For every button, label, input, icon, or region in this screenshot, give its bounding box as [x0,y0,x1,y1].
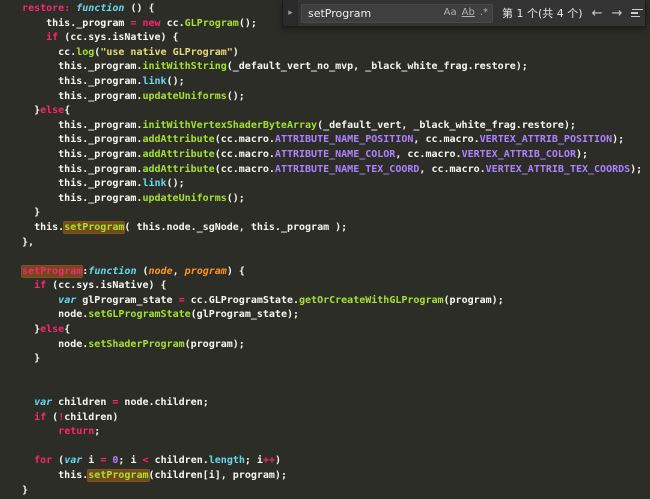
code-line: this._program.updateUniforms(); [10,90,245,102]
code-line: }else{ [10,324,71,336]
find-input[interactable]: setProgram Aa Ab .* [301,3,493,23]
code-line: this._program.updateUniforms(); [10,192,245,204]
code-line: node.setShaderProgram(program); [10,338,245,350]
code-line: }, [10,236,35,248]
regex-toggle[interactable]: .* [480,8,488,18]
match-count: 第 1 个(共 4 个) [502,7,583,20]
code-line: this.setProgram( this.node._sgNode, this… [10,221,348,233]
code-line: this._program.addAttribute(cc.macro.ATTR… [10,134,625,146]
code-line: } [10,353,41,365]
code-line: return; [58,426,101,438]
code-line: setProgram:function (node, program) { [22,265,245,277]
code-line: cc.log("use native GLProgram") [10,46,239,58]
code-line: node.setGLProgramState(glProgram_state); [10,309,300,321]
code-line: this._program.addAttribute(cc.macro.ATTR… [10,148,589,160]
find-widget: ▸ setProgram Aa Ab .* 第 1 个(共 4 个) ← → ✕ [282,0,646,27]
code-line: if (cc.sys.isNative) { [46,32,179,44]
code-line: this._program.link(); [10,178,185,190]
code-line: }else{ [10,105,71,117]
chevron-right-icon: ▸ [288,8,293,18]
code-line: this.setProgram(children[i], program); [10,470,287,481]
code-line: } [10,484,29,496]
find-query-text: setProgram [308,6,372,20]
search-match: setProgram [64,221,125,233]
search-match: setProgram [22,265,83,277]
expand-replace-toggle[interactable]: ▸ [283,0,298,26]
code-editor[interactable]: restore: function () { this._program = n… [0,0,650,498]
code-line: var glProgram_state = cc.GLProgramState.… [58,294,504,306]
find-toggles: Aa Ab .* [444,8,492,18]
match-case-toggle[interactable]: Aa [444,8,457,18]
code-line: } [10,207,41,219]
code-line: for (var i = 0; i < children.length; i++… [34,455,282,467]
code-line: this._program.initWithString(_default_ve… [10,61,528,73]
code-line: if (cc.sys.isNative) { [34,280,167,292]
whole-word-toggle[interactable]: Ab [462,8,475,18]
code-line: if (!children) [34,411,119,423]
prev-match-button[interactable]: ← [592,7,603,20]
find-in-selection-icon [632,8,644,11]
code-line: this._program.addAttribute(cc.macro.ATTR… [10,163,643,175]
code-line: var children = node.children; [34,397,209,409]
next-match-button[interactable]: → [611,7,622,20]
find-in-selection-button[interactable] [631,8,644,18]
code-line: this._program.link(); [10,75,185,87]
code-line: this._program.initWithVertexShaderByteAr… [10,119,576,131]
search-match: setProgram [88,470,149,481]
